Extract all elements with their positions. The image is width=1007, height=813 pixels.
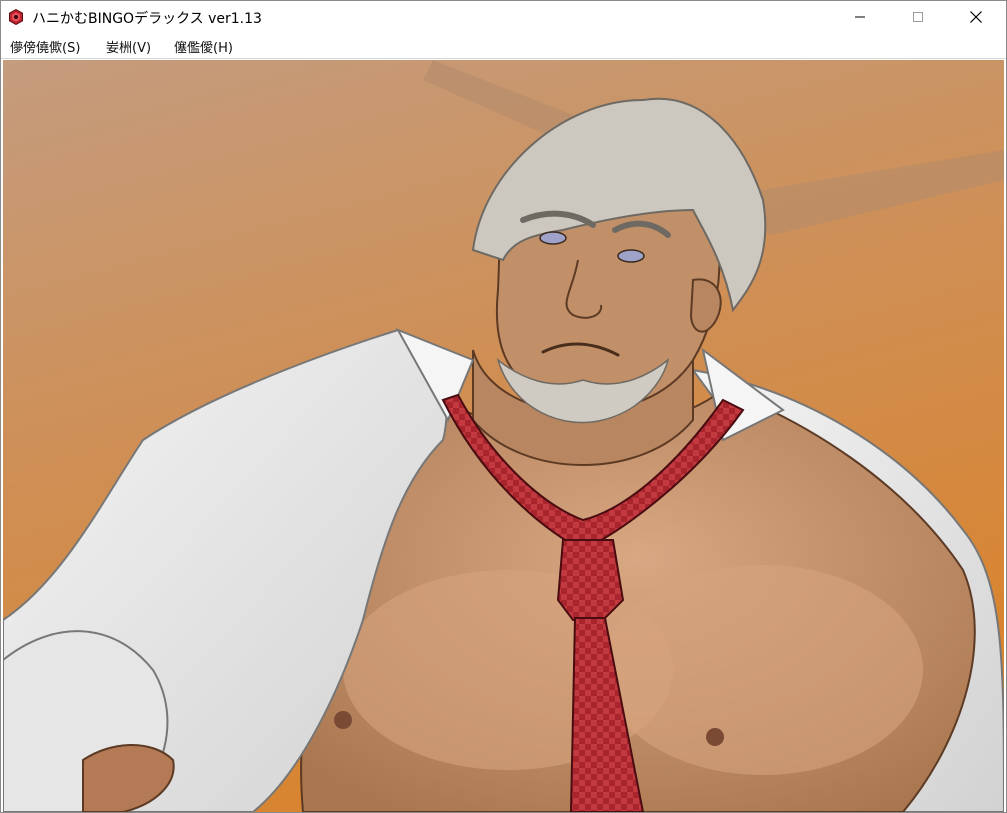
maximize-button[interactable]: [889, 1, 947, 33]
game-cg-illustration: [3, 60, 1004, 812]
maximize-icon: [913, 12, 923, 22]
app-icon[interactable]: [8, 8, 24, 26]
tie-knot: [556, 539, 625, 621]
window-title: ハニかむBINGOデラックス ver1.13: [32, 11, 262, 27]
eye-right: [617, 249, 645, 263]
menu-item-view[interactable]: 妛栦(V): [106, 37, 151, 56]
menu-bar: 儚傍僥僛(S) 妛栦(V) 僿儖僾(H): [1, 33, 1006, 59]
menu-item-help[interactable]: 僿儖僾(H): [174, 37, 233, 56]
close-button[interactable]: [947, 1, 1005, 33]
menu-item-system[interactable]: 儚傍僥僛(S): [10, 37, 80, 56]
game-window: ハニかむBINGOデラックス ver1.13 儚傍僥僛(S) 妛栦(V) 僿儖僾…: [0, 0, 1007, 813]
nipple-right: [706, 728, 724, 746]
close-icon: [970, 11, 982, 23]
eye-left: [539, 231, 567, 245]
nipple-left: [334, 711, 352, 729]
pec-right: [603, 565, 923, 775]
minimize-button[interactable]: [831, 1, 889, 33]
game-scene[interactable]: [3, 60, 1004, 812]
minimize-icon: [855, 12, 865, 22]
title-bar[interactable]: ハニかむBINGOデラックス ver1.13: [1, 1, 1006, 33]
